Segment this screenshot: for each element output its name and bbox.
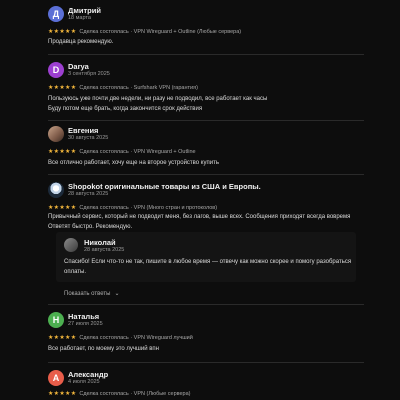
divider [48, 54, 364, 55]
review-date: 30 августа 2025 [68, 135, 109, 141]
review-text: Продавца рекомендую. [48, 39, 114, 45]
deal-info: Сделка состоялась · VPN Wireguard + Outl… [79, 28, 242, 35]
rating-stars: ★★★★★ [48, 85, 77, 91]
review-meta: ★★★★★ Сделка состоялась · VPN (Любые сер… [48, 390, 191, 398]
reviewer-name[interactable]: Наталья [68, 312, 99, 321]
deal-info: Сделка состоялась · VPN Wireguard лучший [79, 334, 193, 341]
avatar[interactable] [48, 182, 64, 198]
divider [48, 304, 364, 305]
review-text: Ответят быстро. Рекомендую. [48, 224, 133, 230]
review-text: Все работает, по моему это лучший впн [48, 346, 159, 352]
chevron-down-icon: ⌄ [114, 291, 120, 297]
rating-stars: ★★★★★ [48, 391, 77, 397]
avatar[interactable]: D [48, 62, 64, 78]
rating-stars: ★★★★★ [48, 205, 77, 211]
reviewer-name[interactable]: Евгения [68, 126, 98, 135]
avatar[interactable]: А [48, 370, 64, 386]
review-meta: ★★★★★ Сделка состоялась · VPN Wireguard … [48, 334, 193, 342]
review-date: 28 августа 2025 [68, 191, 109, 197]
reviewer-name[interactable]: Дмитрий [68, 6, 101, 15]
deal-info: Сделка состоялась · VPN Wireguard + Outl… [79, 148, 196, 155]
review-text: Буду потом еще брать, когда закончится с… [48, 106, 203, 112]
review-text: Привычный сервис, который не подводит ме… [48, 214, 351, 220]
show-replies-label: Показать ответы [64, 290, 111, 297]
review-date: 3 сентября 2025 [68, 71, 110, 77]
avatar[interactable] [64, 238, 78, 252]
review-text: Все отлично работает, хочу еще на второе… [48, 160, 219, 166]
review-date: 27 июля 2025 [68, 321, 103, 327]
reply-date: 28 августа 2025 [84, 247, 125, 253]
divider [48, 362, 364, 363]
divider [48, 174, 364, 175]
reviewer-name[interactable]: Darya [68, 62, 89, 71]
review-meta: ★★★★★ Сделка состоялась · VPN Wireguard … [48, 148, 196, 156]
rating-stars: ★★★★★ [48, 335, 77, 341]
review-meta: ★★★★★ Сделка состоялась · VPN Wireguard … [48, 28, 242, 36]
reviewer-name[interactable]: Shopokot оригинальные товары из США и Ев… [68, 182, 261, 191]
rating-stars: ★★★★★ [48, 149, 77, 155]
review-meta: ★★★★★ Сделка состоялась · Surfshark VPN … [48, 84, 198, 92]
divider [48, 120, 364, 121]
reply-text: Спасибо! Если что-то не так, пишите в лю… [64, 259, 352, 265]
show-replies-button[interactable]: Показать ответы ⌄ [64, 290, 120, 298]
avatar[interactable] [48, 126, 64, 142]
reviewer-name[interactable]: Александр [68, 370, 108, 379]
review-date: 4 июля 2025 [68, 379, 100, 385]
review-meta: ★★★★★ Сделка состоялась · VPN (Много стр… [48, 204, 218, 212]
review-date: 18 марта [68, 15, 91, 21]
seller-reply: Николай 28 августа 2025 Спасибо! Если чт… [56, 232, 356, 282]
rating-stars: ★★★★★ [48, 29, 77, 35]
deal-info: Сделка состоялась · VPN (Много стран и п… [79, 204, 218, 211]
avatar[interactable]: Д [48, 6, 64, 22]
reply-author[interactable]: Николай [84, 238, 116, 247]
reply-text: оплаты. [64, 269, 87, 275]
deal-info: Сделка состоялась · VPN (Любые сервера) [79, 390, 191, 397]
deal-info: Сделка состоялась · Surfshark VPN (гаран… [79, 84, 198, 91]
avatar[interactable]: Н [48, 312, 64, 328]
review-text: Пользуюсь уже почти две недели, ни разу … [48, 96, 268, 102]
